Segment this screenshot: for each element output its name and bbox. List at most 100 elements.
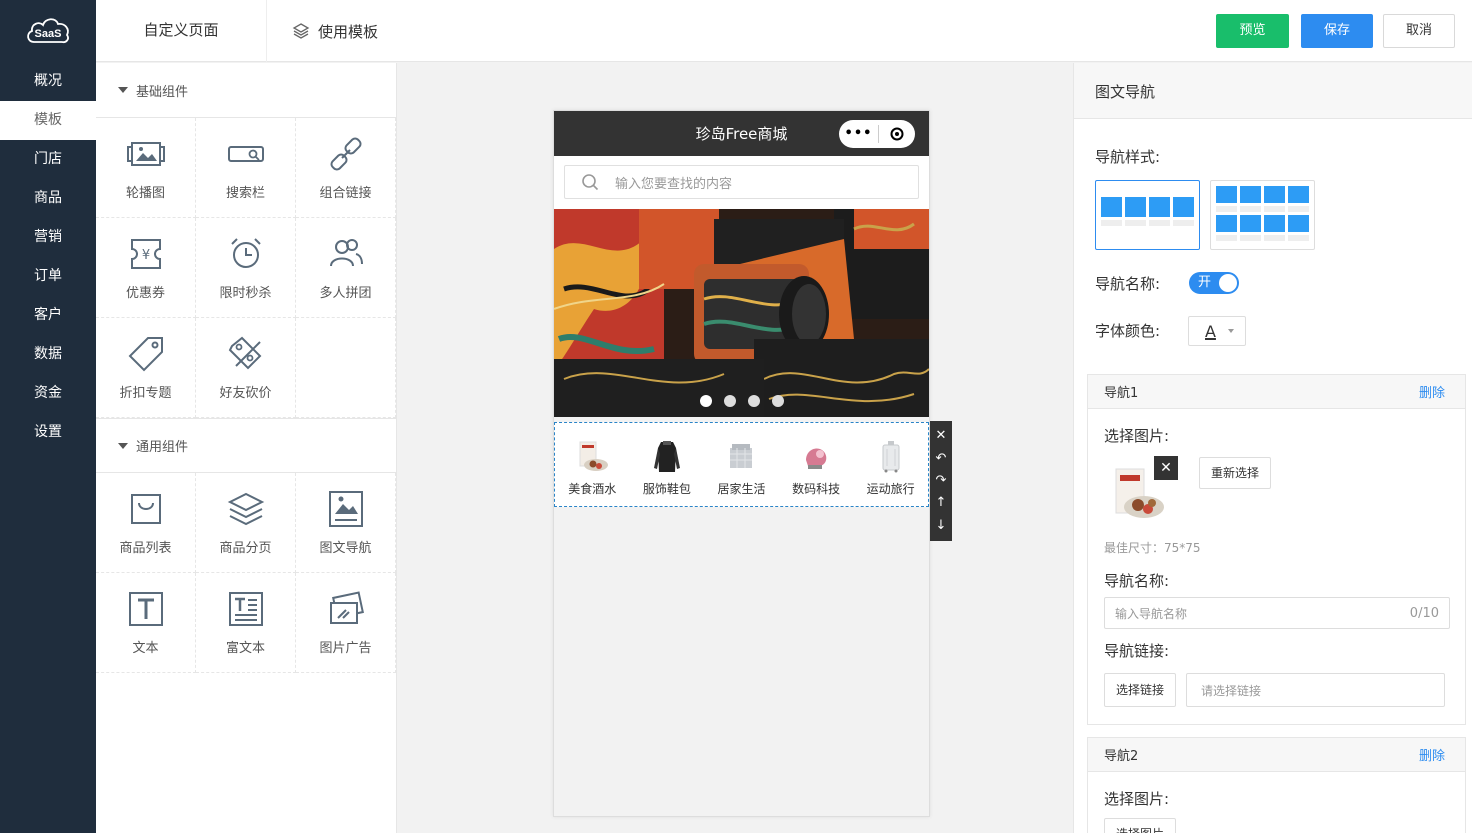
nav-item-label: 运动旅行 bbox=[866, 482, 915, 496]
sidebar-item-2[interactable]: 门店 bbox=[0, 140, 96, 179]
saas-logo[interactable]: SaaS bbox=[0, 0, 96, 62]
sidebar-item-4[interactable]: 营销 bbox=[0, 218, 96, 257]
redo-icon[interactable]: ↷ bbox=[936, 473, 947, 488]
component-search-bar[interactable]: 搜索栏 bbox=[196, 118, 296, 218]
component-group-users[interactable]: 多人拼团 bbox=[296, 218, 396, 318]
sidebar-item-1[interactable]: 模板 bbox=[0, 101, 96, 140]
font-color-picker[interactable]: A bbox=[1188, 316, 1246, 346]
component-alarm-clock[interactable]: 限时秒杀 bbox=[196, 218, 296, 318]
tab-custom-page[interactable]: 自定义页面 bbox=[96, 0, 267, 62]
sidebar-item-3[interactable]: 商品 bbox=[0, 179, 96, 218]
settings-panel: 图文导航 导航样式: 导航名称: 开 字体颜色: A 导航1 删除 选择图片: bbox=[1073, 63, 1472, 833]
carousel-dot[interactable] bbox=[747, 395, 760, 407]
component-label: 商品分页 bbox=[219, 541, 272, 556]
nav-1-name-counter: 0/10 bbox=[1409, 605, 1439, 621]
sidebar-item-5[interactable]: 订单 bbox=[0, 257, 96, 296]
shopping-bag-icon bbox=[130, 494, 161, 524]
undo-icon[interactable]: ↶ bbox=[936, 451, 947, 466]
nav-2-select-image-label: 选择图片: bbox=[1104, 790, 1170, 808]
group-users-icon bbox=[329, 239, 363, 267]
sidebar-item-9[interactable]: 设置 bbox=[0, 413, 96, 452]
component-text[interactable]: 文本 bbox=[96, 573, 196, 673]
nav-2-select-image-button[interactable]: 选择图片 bbox=[1104, 818, 1176, 833]
nav-item-5[interactable]: 运动旅行 bbox=[856, 438, 926, 497]
sidebar-item-0[interactable]: 概况 bbox=[0, 62, 96, 101]
reselect-image-button[interactable]: 重新选择 bbox=[1199, 457, 1271, 489]
text-icon bbox=[128, 592, 163, 626]
banner-image bbox=[554, 209, 929, 417]
delete-nav-2-link[interactable]: 删除 bbox=[1419, 745, 1445, 764]
settings-title: 图文导航 bbox=[1074, 63, 1472, 119]
component-carousel[interactable]: 轮播图 bbox=[96, 118, 196, 218]
tab-use-template[interactable]: 使用模板 bbox=[292, 0, 378, 62]
nav-1-link-label: 导航链接: bbox=[1104, 642, 1170, 660]
component-rich-text[interactable]: 富文本 bbox=[196, 573, 296, 673]
nav-item-card-1-header: 导航1 删除 bbox=[1088, 375, 1465, 409]
preview-button[interactable]: 预览 bbox=[1216, 14, 1289, 48]
sidebar-item-7[interactable]: 数据 bbox=[0, 335, 96, 374]
alarm-clock-icon bbox=[230, 238, 261, 268]
font-color-a-icon: A bbox=[1205, 321, 1216, 341]
delete-nav-1-link[interactable]: 删除 bbox=[1419, 382, 1445, 401]
component-label: 商品列表 bbox=[119, 541, 172, 556]
save-button[interactable]: 保存 bbox=[1301, 14, 1373, 48]
common-components-header[interactable]: 通用组件 bbox=[96, 418, 396, 473]
caret-down-icon bbox=[118, 442, 128, 449]
component-panel: 基础组件 轮播图 搜索栏 组合链接 ¥ 优惠券 限时秒杀 多人拼团折扣专题 好友砍价 通用组件… bbox=[96, 63, 397, 833]
component-label: 组合链接 bbox=[319, 186, 372, 201]
remove-image-icon[interactable]: ✕ bbox=[1154, 456, 1178, 480]
nav-item-label: 居家生活 bbox=[717, 482, 766, 496]
component-coupon[interactable]: ¥ 优惠券 bbox=[96, 218, 196, 318]
component-image-nav[interactable]: 图文导航 bbox=[296, 473, 396, 573]
component-price-tag[interactable]: 折扣专题 bbox=[96, 318, 196, 418]
nav-item-4[interactable]: 数码科技 bbox=[781, 438, 851, 497]
component-layers[interactable]: 商品分页 bbox=[196, 473, 296, 573]
move-down-icon[interactable]: ↓ bbox=[936, 518, 947, 533]
layers-icon bbox=[227, 492, 264, 526]
basic-components-grid: 轮播图 搜索栏 组合链接 ¥ 优惠券 限时秒杀 多人拼团折扣专题 好友砍价 bbox=[96, 118, 396, 418]
component-label: 轮播图 bbox=[125, 186, 165, 201]
phone-search-box[interactable]: 输入您要查找的内容 bbox=[564, 165, 919, 199]
component-link[interactable]: 组合链接 bbox=[296, 118, 396, 218]
cancel-button[interactable]: 取消 bbox=[1383, 14, 1455, 48]
nav-item-3[interactable]: 居家生活 bbox=[706, 438, 776, 497]
component-image-ad[interactable]: 图片广告 bbox=[296, 573, 396, 673]
nav-1-link-input[interactable]: 请选择链接 bbox=[1186, 673, 1445, 707]
carousel-dot[interactable] bbox=[723, 395, 736, 407]
nav-style-option-double-row[interactable] bbox=[1210, 180, 1315, 250]
image-nav-preview[interactable]: 美食酒水 服饰鞋包 居家生活 数码科技 运动旅行 bbox=[554, 422, 929, 507]
nav-item-1[interactable]: 美食酒水 bbox=[557, 438, 627, 497]
image-nav-icon bbox=[328, 491, 363, 527]
nav-item-2-title: 导航2 bbox=[1104, 749, 1139, 764]
nav-item-image bbox=[723, 438, 759, 474]
more-dots-icon: ••• bbox=[839, 125, 879, 143]
remove-component-icon[interactable]: ✕ bbox=[936, 429, 947, 443]
carousel-dot[interactable] bbox=[771, 395, 784, 407]
layers-icon bbox=[292, 23, 310, 39]
component-label: 折扣专题 bbox=[119, 386, 172, 401]
nav-1-name-input[interactable]: 输入导航名称 0/10 bbox=[1104, 597, 1450, 629]
carousel-banner[interactable] bbox=[554, 209, 929, 417]
top-header: 自定义页面 使用模板 预览 保存 取消 bbox=[96, 0, 1472, 62]
select-link-button[interactable]: 选择链接 bbox=[1104, 673, 1176, 707]
nav-item-image bbox=[873, 438, 909, 474]
empty-cell bbox=[296, 318, 396, 418]
single-row-preview bbox=[1098, 197, 1197, 217]
phone-search-section[interactable]: 输入您要查找的内容 bbox=[554, 156, 929, 209]
component-shopping-bag[interactable]: 商品列表 bbox=[96, 473, 196, 573]
basic-components-header[interactable]: 基础组件 bbox=[96, 63, 396, 118]
nav-style-option-single-row[interactable] bbox=[1095, 180, 1200, 250]
sidebar-item-8[interactable]: 资金 bbox=[0, 374, 96, 413]
component-label: 图文导航 bbox=[319, 541, 372, 556]
search-placeholder: 输入您要查找的内容 bbox=[615, 176, 733, 192]
carousel-dot[interactable] bbox=[699, 395, 712, 407]
common-components-grid: 商品列表 商品分页 图文导航文本 富文本 图片广告 bbox=[96, 473, 396, 673]
component-discount[interactable]: 好友砍价 bbox=[196, 318, 296, 418]
nav-item-2[interactable]: 服饰鞋包 bbox=[632, 438, 702, 497]
sidebar-item-6[interactable]: 客户 bbox=[0, 296, 96, 335]
link-icon bbox=[329, 137, 362, 171]
caret-down-icon bbox=[118, 87, 128, 93]
move-up-icon[interactable]: ↑ bbox=[936, 496, 947, 510]
nav-item-image bbox=[649, 438, 685, 474]
nav-name-toggle[interactable]: 开 bbox=[1189, 272, 1239, 294]
